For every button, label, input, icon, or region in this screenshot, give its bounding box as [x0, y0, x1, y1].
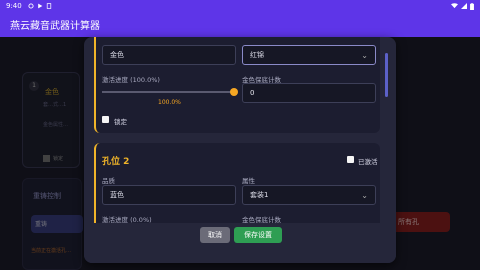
play-protect-icon: [37, 3, 43, 9]
slot-2-title: 孔位 2: [102, 157, 130, 167]
slot-1-card: 金色 红锦 ⌄ 激活进度 (100.0%) 金色保底计数 100.0% 0 锁定: [94, 37, 380, 133]
dialog-scrollbar[interactable]: [385, 53, 388, 97]
slot-1-attribute-select[interactable]: 红锦 ⌄: [242, 45, 376, 65]
slot-2-quality-value: 蓝色: [110, 191, 124, 199]
app-bar: 燕云藏音武器计算器: [0, 12, 480, 37]
slot-2-quality-select[interactable]: 蓝色: [102, 185, 236, 205]
chevron-down-icon: ⌄: [361, 190, 368, 200]
chevron-down-icon: ⌄: [361, 50, 368, 60]
slot-2-quality-label: 品质: [102, 177, 115, 185]
settings-dialog: 金色 红锦 ⌄ 激活进度 (100.0%) 金色保底计数 100.0% 0 锁定…: [84, 37, 396, 263]
slot-1-progress-slider[interactable]: [102, 91, 234, 93]
slot-2-progress-label: 激活进度 (0.0%): [102, 216, 152, 223]
slot-1-lock-label: 锁定: [114, 118, 127, 126]
dialog-scroll-area[interactable]: 金色 红锦 ⌄ 激活进度 (100.0%) 金色保底计数 100.0% 0 锁定…: [84, 37, 396, 223]
wifi-icon: [451, 3, 458, 9]
slot-1-lock-checkbox[interactable]: [102, 116, 109, 123]
slot-1-progress-label: 激活进度 (100.0%): [102, 76, 160, 84]
slot-1-progress-value: 100.0%: [158, 99, 181, 106]
slot-2-activated-checkbox[interactable]: [347, 156, 354, 163]
status-bar: 9:40: [0, 0, 480, 12]
slot-2-activated-label: 已激活: [358, 158, 378, 166]
slot-1-quality-select[interactable]: 金色: [102, 45, 236, 65]
battery-icon: [470, 2, 474, 10]
status-time: 9:40: [6, 2, 22, 10]
slot-2-attribute-value: 套装1: [250, 191, 269, 199]
dialog-footer: 取消 保存设置: [84, 223, 396, 263]
save-settings-button[interactable]: 保存设置: [234, 227, 282, 243]
signal-icon: [461, 3, 467, 9]
slot-1-attribute-value: 红锦: [250, 51, 264, 59]
app-title: 燕云藏音武器计算器: [10, 21, 100, 32]
sim-icon: [46, 3, 51, 9]
slot-2-attribute-select[interactable]: 套装1 ⌄: [242, 185, 376, 205]
slot-2-attribute-label: 属性: [242, 177, 255, 185]
slot-2-card: 孔位 2 已激活 品质 属性 蓝色 套装1 ⌄ 激活进度 (0.0%) 金色保底…: [94, 143, 380, 223]
slot-2-gold-count-label: 金色保底计数: [242, 216, 281, 223]
gear-icon: [28, 3, 34, 9]
slot-1-gold-count-value: 0: [250, 89, 255, 97]
slot-1-gold-count-input[interactable]: 0: [242, 83, 376, 103]
cancel-button[interactable]: 取消: [200, 227, 230, 243]
slot-1-progress-thumb[interactable]: [230, 88, 238, 96]
slot-1-quality-value: 金色: [110, 51, 124, 59]
